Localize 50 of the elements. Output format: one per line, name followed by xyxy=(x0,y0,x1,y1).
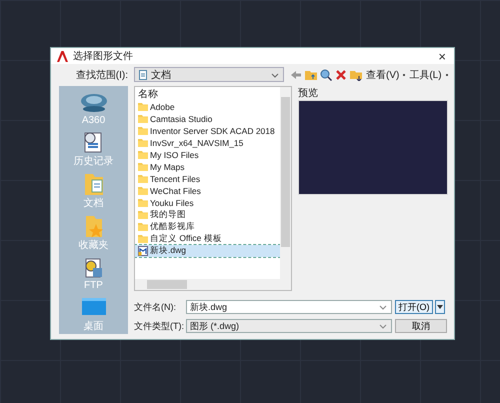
file-row[interactable]: Adobe xyxy=(135,101,280,113)
folder-icon xyxy=(138,210,148,220)
document-icon xyxy=(138,70,148,80)
file-row[interactable]: WeChat Files xyxy=(135,185,280,197)
letter-a-logo-icon xyxy=(57,50,68,62)
folder-icon xyxy=(138,234,148,244)
open-button[interactable]: 打开(O) xyxy=(395,300,433,314)
cancel-button[interactable]: 取消 xyxy=(395,319,447,333)
file-row[interactable]: My ISO Files xyxy=(135,149,280,161)
new-folder-icon[interactable] xyxy=(350,68,362,80)
file-name-field[interactable]: 新块.dwg xyxy=(186,300,392,314)
drawing-file-icon xyxy=(138,246,148,256)
preview-label: 预览 xyxy=(298,87,318,100)
column-header[interactable]: 名称 xyxy=(138,87,158,101)
file-name-label: 文件名(N): xyxy=(134,300,177,314)
file-row[interactable]: 优酷影视库 xyxy=(135,221,280,233)
close-button[interactable]: × xyxy=(436,48,448,64)
file-row[interactable]: 新块.dwg xyxy=(135,245,280,257)
look-in-label: 查找范围(I): xyxy=(74,68,129,82)
file-row[interactable]: 我的导图 xyxy=(135,209,280,221)
folder-icon xyxy=(138,150,148,160)
cloud-swirl-icon xyxy=(78,91,108,115)
view-menu[interactable]: 查看(V) xyxy=(365,68,400,82)
window-title: 选择图形文件 xyxy=(73,50,134,63)
file-row[interactable]: Inventor Server SDK ACAD 2018 xyxy=(135,125,280,137)
file-row[interactable]: Camtasia Studio xyxy=(135,113,280,125)
delete-icon[interactable] xyxy=(335,68,347,80)
file-type-dropdown[interactable]: 图形 (*.dwg) xyxy=(186,319,392,333)
folder-icon xyxy=(138,198,148,208)
triangle-down-icon xyxy=(437,305,443,309)
open-options-button[interactable] xyxy=(435,300,445,314)
folder-icon xyxy=(138,174,148,184)
file-type-label: 文件类型(T): xyxy=(134,320,185,332)
folder-icon xyxy=(138,138,148,148)
file-row[interactable]: Youku Files xyxy=(135,197,280,209)
folder-icon xyxy=(138,162,148,172)
horizontal-scrollbar[interactable] xyxy=(135,279,291,290)
folder-up-icon[interactable] xyxy=(305,68,317,80)
search-icon[interactable] xyxy=(320,68,332,80)
folder-icon xyxy=(138,186,148,196)
file-row[interactable]: InvSvr_x64_NAVSIM_15 xyxy=(135,137,280,149)
file-row[interactable]: Tencent Files xyxy=(135,173,280,185)
look-in-dropdown[interactable]: 文档 xyxy=(134,67,284,82)
tools-menu[interactable]: 工具(L) xyxy=(408,68,443,82)
folder-icon xyxy=(138,126,148,136)
vertical-scrollbar[interactable] xyxy=(280,87,291,279)
file-row[interactable]: My Maps xyxy=(135,161,280,173)
folder-icon xyxy=(138,114,148,124)
folder-icon xyxy=(138,102,148,112)
folder-icon xyxy=(138,222,148,232)
